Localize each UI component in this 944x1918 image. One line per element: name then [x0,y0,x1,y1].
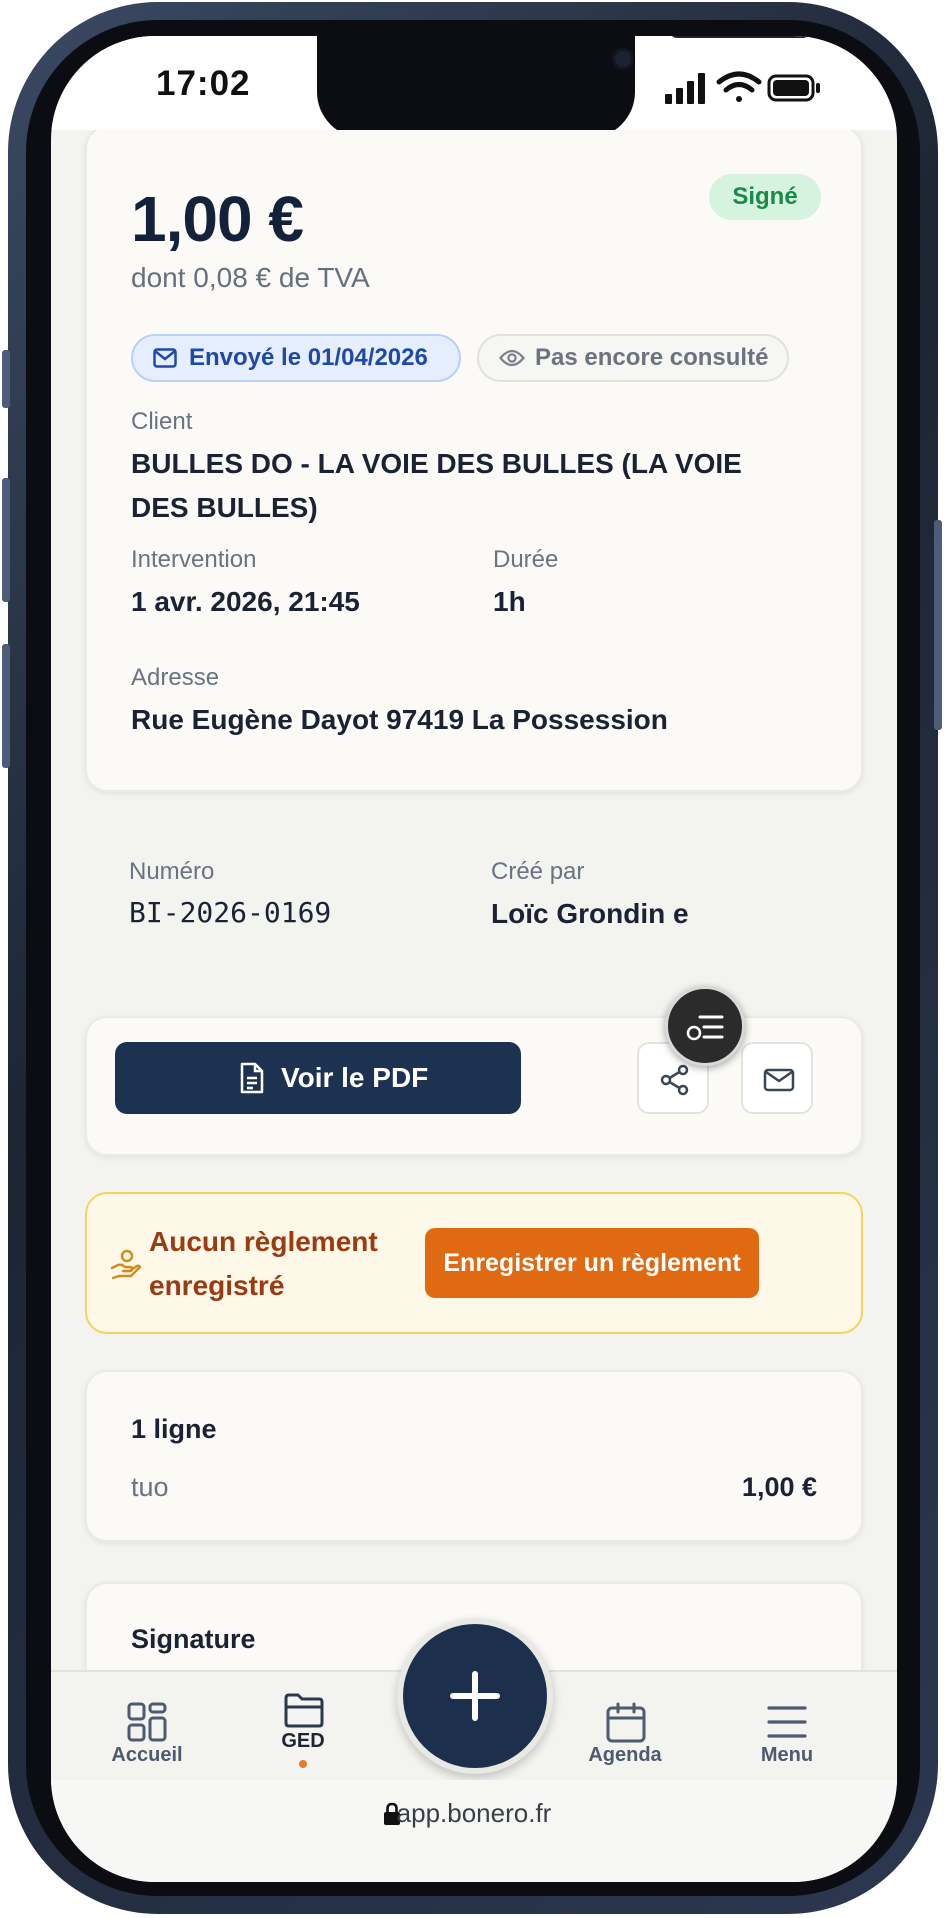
sent-date-pill: Envoyé le 01/04/2026 [131,334,461,382]
viewed-status-label: Pas encore consulté [535,344,769,371]
signal-icon [665,73,705,104]
speaker [670,36,810,38]
nav-label-agenda: Agenda [588,1744,662,1766]
line-item-price: 1,00 € [741,1472,817,1502]
status-bar: 17:02 [51,36,897,138]
created-by-label: Créé par [491,858,585,885]
status-time: 17:02 [156,64,251,103]
intervention-label: Intervention [131,546,257,573]
status-badge: Signé [709,174,821,220]
active-indicator-dot [299,1760,307,1768]
checklist-icon [686,1015,724,1041]
volume-up-button [2,478,10,602]
duration-value: 1h [493,586,526,617]
browser-url-bar[interactable]: app.bonero.fr [51,1780,897,1882]
actions-card: Voir le PDF [85,1016,863,1156]
address-label: Adresse [131,664,220,691]
nav-label-accueil: Accueil [111,1744,183,1766]
intervention-value: 1 avr. 2026, 21:45 [131,586,360,617]
hand-coin-icon [110,1249,141,1280]
invoice-amount: 1,00 € [131,183,304,255]
eye-icon [499,349,525,367]
address-value: Rue Eugène Dayot 97419 La Possession [131,704,668,735]
screen: 17:02 1,00 € dont 0,08 € de TVA Signé En… [51,36,897,1882]
lines-title: 1 ligne [131,1414,217,1444]
folder-icon [284,1693,324,1728]
floating-tool-button[interactable] [665,986,745,1066]
page-content[interactable]: 1,00 € dont 0,08 € de TVA Signé Envoyé l… [51,130,897,1670]
silent-switch [2,350,10,408]
payment-warning-banner: Aucun règlement enregistré Enregistrer u… [85,1192,863,1334]
nav-label-ged: GED [281,1730,325,1752]
nav-label-menu: Menu [760,1744,814,1766]
wifi-icon [716,71,762,102]
sent-date-label: Envoyé le 01/04/2026 [189,344,428,371]
mail-icon [153,348,177,368]
grid-icon [127,1702,167,1742]
add-fab-button[interactable] [397,1618,553,1774]
invoice-summary-card: 1,00 € dont 0,08 € de TVA Signé Envoyé l… [85,130,863,792]
plus-icon [450,1671,500,1721]
document-icon [240,1062,264,1094]
lines-card: 1 ligne tuo 1,00 € [85,1370,863,1542]
viewed-status-pill: Pas encore consulté [477,334,789,382]
power-button [934,520,942,730]
created-by-value: Loïc Grondin e [491,898,689,929]
view-pdf-button[interactable]: Voir le PDF [115,1042,521,1114]
invoice-vat: dont 0,08 € de TVA [131,262,370,293]
notch [317,36,810,138]
signature-title: Signature [131,1624,256,1654]
line-item-name: tuo [131,1472,169,1502]
battery-icon [767,74,820,102]
mail-icon [763,1068,795,1092]
volume-down-button [2,644,10,768]
client-label: Client [131,408,193,435]
client-value: BULLES DO - LA VOIE DES BULLES (LA VOIE … [131,448,742,523]
nav-item-ged[interactable]: GED [243,1672,363,1782]
status-icons [665,71,820,104]
front-camera [612,48,634,70]
register-payment-button[interactable]: Enregistrer un règlement [425,1228,759,1298]
menu-icon [767,1706,807,1738]
calendar-icon [606,1702,646,1743]
number-label: Numéro [129,858,215,885]
payment-warning-text: Aucun règlement enregistré [149,1226,378,1301]
view-pdf-label: Voir le PDF [281,1062,429,1093]
browser-url: app.bonero.fr [396,1798,552,1828]
email-button[interactable] [741,1042,813,1114]
nav-item-accueil[interactable]: Accueil [87,1672,207,1782]
nav-item-agenda[interactable]: Agenda [565,1672,685,1782]
duration-label: Durée [493,546,559,573]
share-icon [660,1064,689,1096]
nav-item-menu[interactable]: Menu [727,1672,847,1782]
number-value: BI-2026-0169 [129,896,332,929]
